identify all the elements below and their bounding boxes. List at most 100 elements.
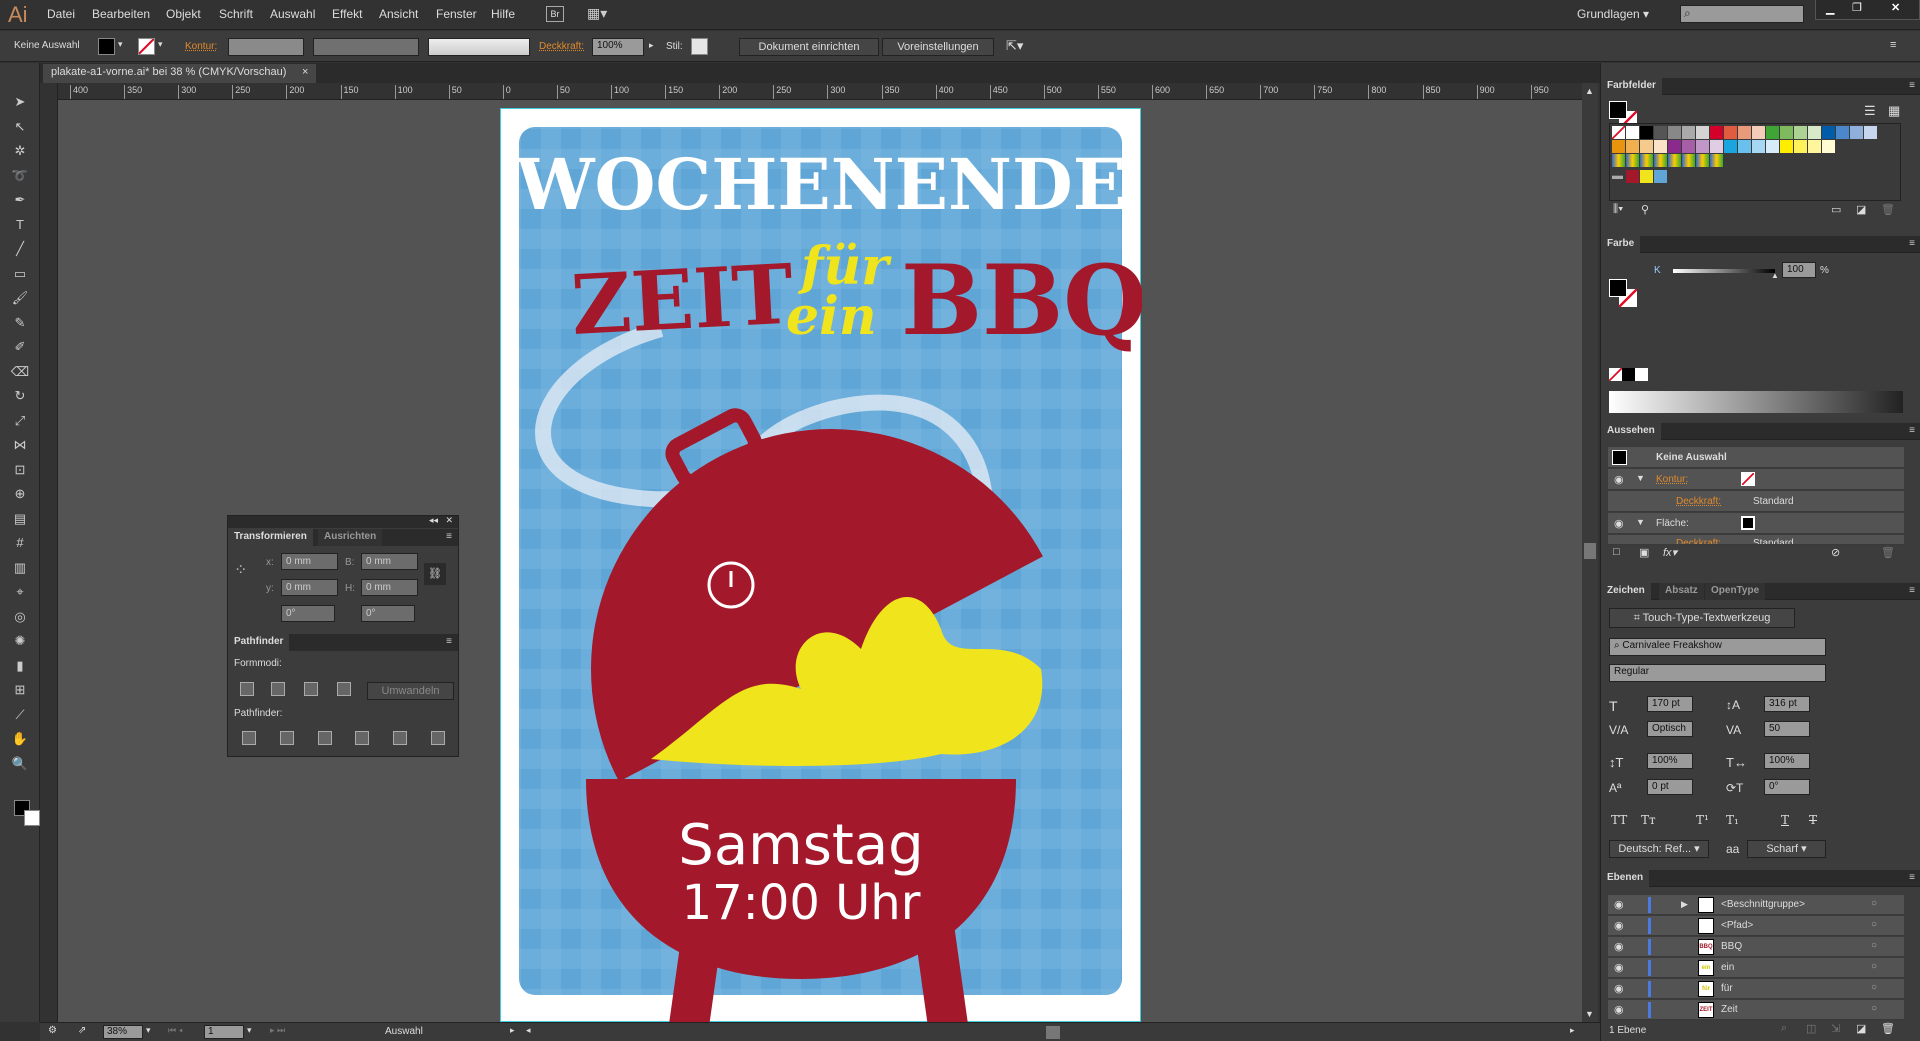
layer-row[interactable]: ◉ <Pfad> ○ — [1608, 916, 1904, 936]
pattern-swatch[interactable] — [1640, 154, 1653, 167]
fill-dropdown-icon[interactable]: ▾ — [118, 39, 123, 50]
scroll-left-icon[interactable]: ◂ — [526, 1025, 531, 1036]
swatch[interactable] — [1864, 126, 1877, 139]
delete-item-icon[interactable]: 🗑 — [1881, 546, 1895, 559]
swatch[interactable] — [1682, 140, 1695, 153]
shape-builder-tool-icon[interactable]: ⊕ — [10, 485, 30, 503]
document-color-swatch[interactable] — [1640, 170, 1653, 183]
k-slider[interactable] — [1673, 269, 1775, 273]
style-swatch[interactable] — [691, 38, 708, 55]
make-clipping-mask-icon[interactable]: ◫ — [1806, 1022, 1816, 1035]
strikethrough-icon[interactable]: T — [1809, 813, 1817, 827]
kerning-field[interactable]: Optisch — [1647, 721, 1693, 737]
swatch[interactable] — [1696, 140, 1709, 153]
visibility-eye-icon[interactable]: ◉ — [1614, 919, 1624, 932]
page-dropdown-icon[interactable]: ▾ — [247, 1025, 252, 1036]
swatch[interactable] — [1794, 126, 1807, 139]
blob-brush-tool-icon[interactable]: ✐ — [10, 338, 30, 356]
document-color-swatch[interactable] — [1626, 170, 1639, 183]
tab-absatz[interactable]: Absatz — [1659, 583, 1704, 600]
intersect-icon[interactable] — [304, 682, 318, 696]
black-color-swatch[interactable] — [1622, 368, 1635, 381]
horizontal-scroll-thumb[interactable] — [1046, 1026, 1060, 1039]
target-circle-icon[interactable]: ○ — [1871, 982, 1877, 993]
swatch[interactable] — [1626, 126, 1639, 139]
constrain-link-icon[interactable]: ⛓ — [424, 563, 446, 585]
touch-type-button[interactable]: ⌗ Touch-Type-Textwerkzeug — [1609, 608, 1795, 628]
swatch[interactable] — [1780, 126, 1793, 139]
swatch[interactable] — [1710, 140, 1723, 153]
angle-field[interactable]: 0° — [281, 605, 335, 622]
horizontal-ruler[interactable]: 400 350 300 250 200 150 100 50 0 50 100 150 200 250 30… — [58, 83, 1582, 100]
font-size-field[interactable]: 170 pt — [1647, 696, 1693, 712]
rectangle-tool-icon[interactable]: ▭ — [10, 265, 30, 283]
locate-object-icon[interactable]: ⌕ — [1781, 1022, 1787, 1035]
color-fill-indicator[interactable] — [1609, 279, 1627, 297]
visibility-eye-icon[interactable]: ◉ — [1614, 940, 1624, 953]
variable-width-dropdown[interactable] — [313, 38, 419, 56]
swatch[interactable] — [1668, 140, 1681, 153]
scroll-down-icon[interactable]: ▼ — [1585, 1009, 1594, 1019]
target-circle-icon[interactable]: ○ — [1871, 919, 1877, 930]
stroke-dropdown-icon[interactable]: ▾ — [158, 39, 163, 50]
panel-menu-icon[interactable]: ≡ — [446, 636, 452, 647]
none-color-swatch[interactable] — [1609, 368, 1622, 381]
direct-selection-tool-icon[interactable]: ↖ — [10, 118, 30, 136]
selection-tool-icon[interactable]: ➤ — [10, 93, 30, 111]
fill-swatch[interactable] — [98, 38, 115, 55]
k-slider-handle[interactable]: ▲ — [1771, 271, 1779, 280]
swatch[interactable] — [1836, 126, 1849, 139]
workspace-switcher[interactable]: Grundlagen ▾ — [1577, 7, 1649, 21]
scroll-thumb[interactable] — [1584, 543, 1596, 559]
expand-triangle-icon[interactable]: ▼ — [1636, 517, 1645, 527]
language-dropdown[interactable]: Deutsch: Ref... ▾ — [1609, 840, 1709, 858]
layer-name[interactable]: Zeit — [1721, 1004, 1738, 1015]
add-effect-icon[interactable]: fx▾ — [1663, 546, 1677, 559]
eraser-tool-icon[interactable]: ⌫ — [10, 363, 30, 381]
new-layer-icon[interactable]: ◪ — [1856, 1022, 1866, 1035]
target-circle-icon[interactable]: ○ — [1871, 940, 1877, 951]
menu-effekt[interactable]: Effekt — [332, 7, 362, 21]
expand-triangle-icon[interactable]: ▼ — [1636, 473, 1645, 483]
menu-fenster[interactable]: Fenster — [436, 7, 477, 21]
current-tool-status[interactable]: Auswahl — [385, 1026, 423, 1037]
line-tool-icon[interactable]: ╱ — [10, 240, 30, 258]
expand-triangle-icon[interactable]: ▶ — [1681, 899, 1688, 910]
lasso-tool-icon[interactable]: ➰ — [10, 167, 30, 185]
swatch[interactable] — [1738, 140, 1751, 153]
expand-button[interactable]: Umwandeln — [367, 682, 454, 700]
baseline-shift-field[interactable]: 0 pt — [1647, 779, 1693, 795]
stroke-attribute-label[interactable]: Kontur: — [1656, 474, 1688, 485]
minus-back-icon[interactable] — [431, 731, 445, 745]
reference-point-icon[interactable]: ⁘ — [234, 560, 247, 580]
fill-color-swatch[interactable] — [1741, 516, 1755, 530]
menu-objekt[interactable]: Objekt — [166, 7, 201, 21]
appearance-stroke-row[interactable]: ◉ ▼ Kontur: — [1608, 469, 1904, 490]
pen-tool-icon[interactable]: ✒ — [10, 191, 30, 209]
layer-name[interactable]: BBQ — [1721, 941, 1742, 952]
swatch[interactable] — [1724, 126, 1737, 139]
swatch[interactable] — [1654, 140, 1667, 153]
crop-icon[interactable] — [355, 731, 369, 745]
swatch[interactable] — [1822, 126, 1835, 139]
pattern-swatch[interactable] — [1654, 154, 1667, 167]
artboard-tool-icon[interactable]: ⊞ — [10, 681, 30, 699]
minimize-icon[interactable]: ▁ — [1826, 2, 1834, 15]
share-icon[interactable]: ⇗ — [78, 1025, 86, 1036]
gpu-icon[interactable]: ⚙ — [48, 1025, 57, 1036]
pattern-swatch[interactable] — [1612, 154, 1625, 167]
panel-menu-icon[interactable]: ≡ — [1909, 585, 1915, 596]
vertical-ruler[interactable] — [40, 83, 58, 1022]
layer-name[interactable]: für — [1721, 983, 1733, 994]
unite-icon[interactable] — [240, 682, 254, 696]
layer-name[interactable]: <Pfad> — [1721, 920, 1753, 931]
scale-tool-icon[interactable]: ⤢ — [10, 412, 30, 430]
y-field[interactable]: 0 mm — [281, 579, 338, 596]
menu-datei[interactable]: Datei — [47, 7, 75, 21]
free-transform-tool-icon[interactable]: ⊡ — [10, 461, 30, 479]
pattern-swatch[interactable] — [1710, 154, 1723, 167]
swatch[interactable] — [1710, 126, 1723, 139]
rotate-tool-icon[interactable]: ↻ — [10, 387, 30, 405]
swatch[interactable] — [1668, 126, 1681, 139]
opacity-arrow-icon[interactable]: ▸ — [649, 40, 654, 51]
